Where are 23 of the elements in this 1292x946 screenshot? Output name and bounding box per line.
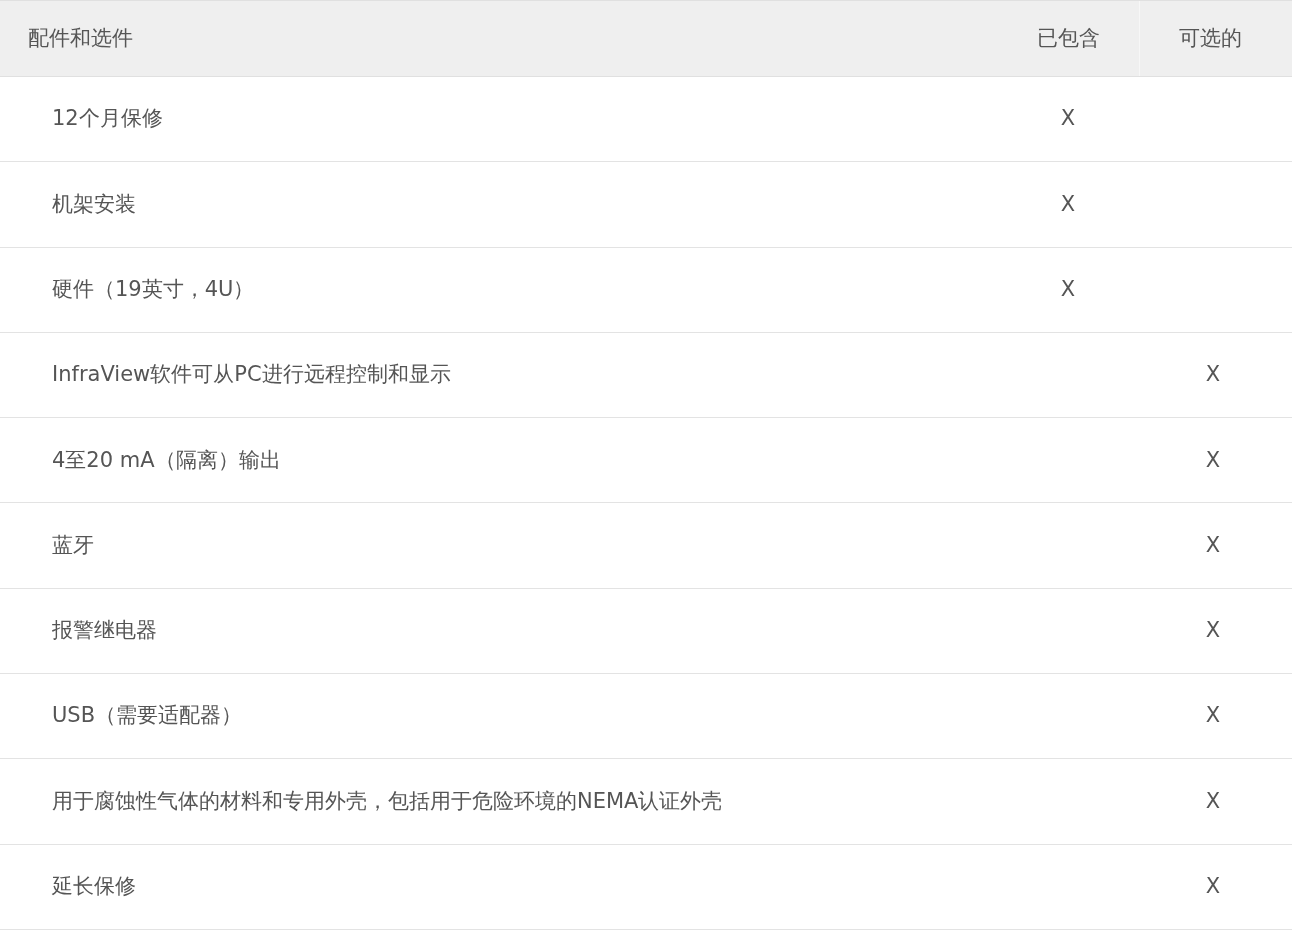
table-cell-text: 蓝牙 [52,531,94,559]
table-cell-text: X [1059,276,1076,303]
table-cell-text: X [1205,873,1222,901]
table-cell-text: 12个月保修 [52,105,163,133]
table-cell-text: X [1205,787,1222,815]
table-cell-text: X [1205,361,1222,389]
table-cell-text: X [1059,105,1076,133]
column-header: 配件和选件 [28,24,133,52]
table-cell-text: X [1205,446,1222,474]
table-cell-text: 延长保修 [52,873,136,901]
table-cell-text: X [1205,531,1222,559]
table-cell-text: 4至20 mA（隔离）输出 [52,446,281,474]
table-cell-text: InfraView软件可从PC进行远程控制和显示 [52,361,451,389]
table-cell-text: 机架安装 [52,190,136,218]
table-cell-text: X [1059,190,1076,218]
table-cell-text: 用于腐蚀性气体的材料和专用外壳，包括用于危险环境的NEMA认证外壳 [52,787,723,815]
table-cell-text: 硬件（19英寸，4U） [52,276,255,303]
table-cell-text: X [1205,617,1222,645]
table-cell-text: USB（需要适配器） [52,702,243,730]
table-cell-text: 报警继电器 [52,617,157,645]
table-cell-text: X [1205,702,1222,730]
column-header: 可选的 [1178,24,1243,52]
column-header: 已包含 [1036,24,1100,52]
